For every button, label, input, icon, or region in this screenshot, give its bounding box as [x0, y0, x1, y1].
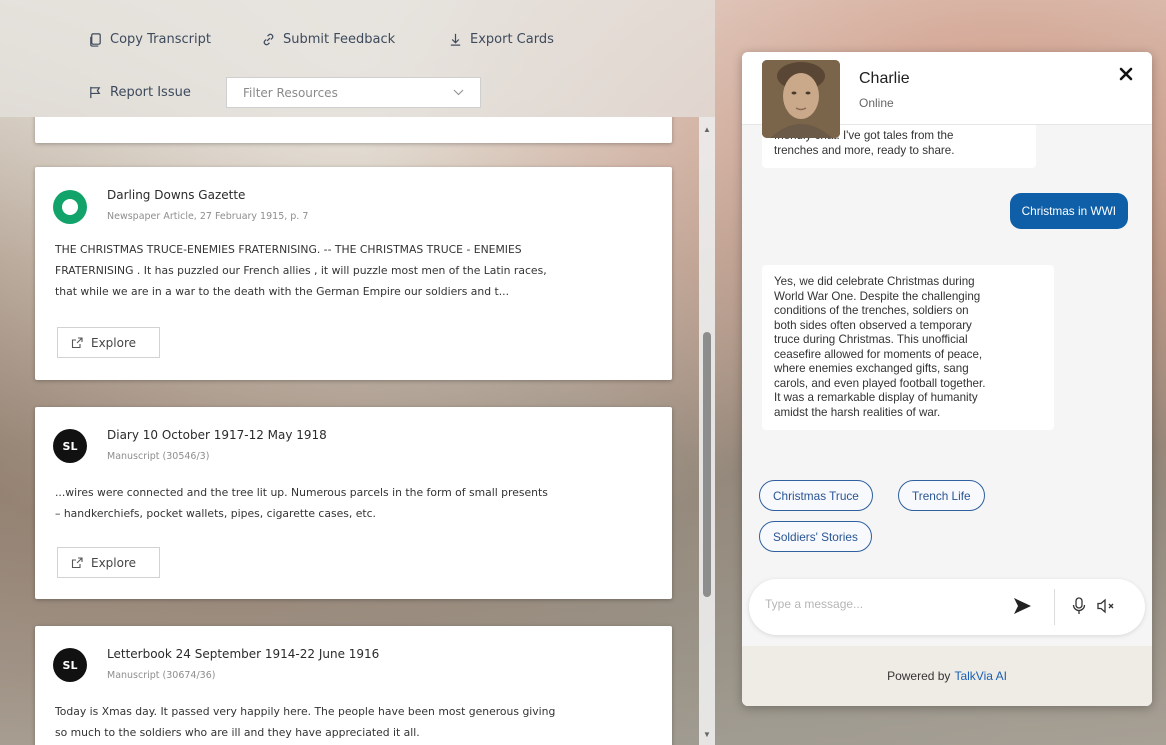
message-line: It was a remarkable display of humanity [774, 391, 978, 404]
excerpt-line: THE CHRISTMAS TRUCE-ENEMIES FRATERNISING… [55, 243, 522, 256]
close-icon[interactable] [1118, 66, 1134, 82]
microphone-icon[interactable] [1072, 597, 1086, 615]
message-line: both sides often observed a temporary [774, 318, 972, 332]
filter-resources-placeholder: Filter Resources [243, 85, 338, 100]
message-line: carols, and even played football togethe… [774, 376, 986, 390]
resource-card: SL Letterbook 24 September 1914-22 June … [35, 626, 672, 745]
send-icon[interactable] [1012, 596, 1032, 616]
excerpt-line: so much to the soldiers who are ill and … [55, 726, 420, 739]
card-excerpt: ...wires were connected and the tree lit… [55, 482, 655, 524]
sl-logo-icon: SL [53, 648, 87, 682]
scroll-down-arrow-icon[interactable]: ▼ [702, 730, 712, 740]
card-title: Diary 10 October 1917-12 May 1918 [107, 428, 327, 442]
powered-by-label: Powered by [887, 669, 951, 683]
download-icon [450, 33, 461, 46]
explore-label: Explore [91, 335, 137, 350]
avatar [762, 60, 840, 138]
feed-scrollbar[interactable]: ▲ ▼ [699, 117, 715, 745]
composer-divider [1054, 589, 1055, 625]
export-cards-label: Export Cards [470, 32, 554, 47]
message-line: where enemies exchanged gifts, sang [774, 362, 969, 375]
submit-feedback-label: Submit Feedback [283, 32, 396, 47]
message-line: Yes, we did celebrate Christmas during [774, 275, 975, 288]
user-message: Christmas in WWI [1009, 193, 1128, 229]
copy-transcript-label: Copy Transcript [110, 32, 211, 47]
resource-card-partial [35, 117, 672, 143]
message-line: World War One. Despite the challenging [774, 289, 981, 303]
message-composer [749, 579, 1145, 635]
scroll-up-arrow-icon[interactable]: ▲ [702, 125, 712, 135]
card-subtitle: Newspaper Article, 27 February 1915, p. … [107, 211, 309, 222]
flag-icon [90, 86, 101, 99]
excerpt-line: that while we are in a war to the death … [55, 285, 510, 298]
bot-message: Yes, we did celebrate Christmas during W… [762, 265, 1054, 430]
export-cards-button[interactable]: Export Cards [448, 32, 554, 47]
resource-feed[interactable]: Darling Downs Gazette Newspaper Article,… [0, 117, 715, 745]
card-title: Darling Downs Gazette [107, 188, 246, 202]
submit-feedback-button[interactable]: Submit Feedback [261, 32, 395, 47]
copy-transcript-button[interactable]: Copy Transcript [88, 32, 211, 47]
agent-name: Charlie [859, 70, 910, 87]
message-line: truce during Christmas. This unofficial [774, 333, 968, 346]
explore-label: Explore [91, 555, 137, 570]
link-icon [263, 33, 274, 46]
explore-button[interactable]: Explore [57, 547, 160, 578]
card-excerpt: THE CHRISTMAS TRUCE-ENEMIES FRATERNISING… [55, 239, 655, 302]
sl-logo-icon: SL [53, 429, 87, 463]
external-link-icon [71, 336, 83, 348]
excerpt-line: Today is Xmas day. It passed very happil… [55, 705, 556, 718]
agent-status: Online [859, 96, 894, 110]
message-line: amidst the harsh realities of war. [774, 405, 941, 419]
excerpt-line: FRATERNISING . It has puzzled our French… [55, 264, 547, 277]
card-title: Letterbook 24 September 1914-22 June 191… [107, 647, 380, 661]
message-input[interactable] [765, 597, 985, 611]
suggestion-chip-trench-life[interactable]: Trench Life [898, 480, 985, 511]
card-excerpt: Today is Xmas day. It passed very happil… [55, 701, 655, 743]
external-link-icon [71, 556, 83, 568]
report-issue-button[interactable]: Report Issue [88, 85, 191, 100]
copy-icon [90, 33, 101, 47]
powered-by-brand-link[interactable]: TalkVia AI [954, 669, 1006, 683]
scrollbar-thumb[interactable] [703, 332, 711, 597]
filter-resources-select[interactable]: Filter Resources [226, 77, 481, 108]
chat-messages[interactable]: friendly chat. I've got tales from the t… [742, 125, 1152, 577]
card-subtitle: Manuscript (30546/3) [107, 451, 210, 462]
trove-logo-icon [53, 190, 87, 224]
resource-card: Darling Downs Gazette Newspaper Article,… [35, 167, 672, 380]
chat-footer: Powered by TalkVia AI [742, 646, 1152, 706]
message-line: conditions of the trenches, soldiers on [774, 304, 969, 317]
chat-widget: friendly chat. I've got tales from the t… [742, 52, 1152, 706]
report-issue-label: Report Issue [110, 85, 191, 100]
resource-toolbar: Copy Transcript Submit Feedback Export C… [0, 0, 715, 117]
excerpt-line: ...wires were connected and the tree lit… [55, 486, 548, 499]
message-line: ceasefire allowed for moments of peace, [774, 347, 983, 361]
message-line: trenches and more, ready to share. [774, 143, 955, 157]
card-subtitle: Manuscript (30674/36) [107, 670, 216, 681]
speaker-muted-icon[interactable] [1096, 597, 1116, 615]
explore-button[interactable]: Explore [57, 327, 160, 358]
resource-card: SL Diary 10 October 1917-12 May 1918 Man… [35, 407, 672, 599]
excerpt-line: – handkerchiefs, pocket wallets, pipes, … [55, 507, 376, 520]
chevron-down-icon [453, 89, 464, 96]
suggestion-chip-christmas-truce[interactable]: Christmas Truce [759, 480, 873, 511]
suggestion-chip-soldiers-stories[interactable]: Soldiers' Stories [759, 521, 872, 552]
